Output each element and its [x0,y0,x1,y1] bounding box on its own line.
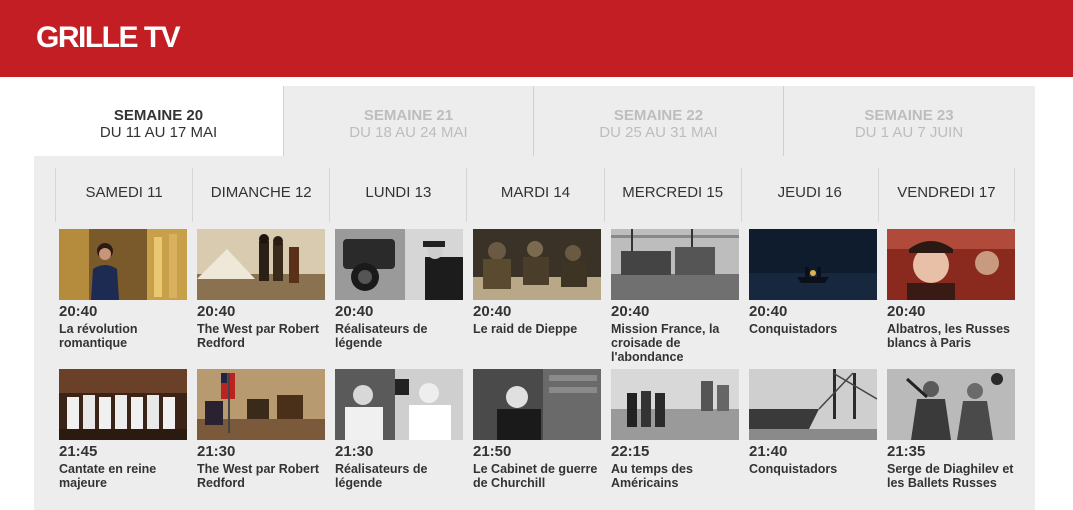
program-card[interactable]: 21:50 Le Cabinet de guerre de Churchill [473,369,601,490]
program-card[interactable]: 20:40 Réalisateurs de légende [335,229,463,350]
program-thumbnail[interactable] [335,369,463,440]
program-thumbnail[interactable] [59,369,187,440]
program-thumbnail[interactable] [887,229,1015,300]
program-title: Le raid de Dieppe [473,322,578,336]
week-range: DU 25 AU 31 MAI [599,124,718,141]
program-title: The West par Robert Redford [197,462,320,490]
week-title: SEMAINE 23 [864,107,954,124]
program-title: Albatros, les Russes blancs à Paris [887,322,1010,350]
program-card[interactable]: 21:40 Conquistadors [749,369,877,476]
program-time: 20:40 [197,303,236,320]
program-title: Cantate en reine majeure [59,462,157,490]
tab-week-22[interactable]: SEMAINE 22 DU 25 AU 31 MAI [534,86,784,156]
day-header-samedi[interactable]: SAMEDI 11 [55,168,192,222]
day-header-lundi[interactable]: LUNDI 13 [329,168,466,222]
program-card[interactable]: 20:40 Albatros, les Russes blancs à Pari… [887,229,1015,350]
program-card[interactable]: 20:40 Mission France, la croisade de l'a… [611,229,739,364]
program-card[interactable]: 21:30 The West par Robert Redford [197,369,325,490]
program-title: The West par Robert Redford [197,322,320,350]
tab-week-21[interactable]: SEMAINE 21 DU 18 AU 24 MAI [284,86,534,156]
day-header-mardi[interactable]: MARDI 14 [466,168,603,222]
program-thumbnail[interactable] [473,229,601,300]
program-card[interactable]: 20:40 Conquistadors [749,229,877,336]
program-thumbnail[interactable] [197,229,325,300]
program-thumbnail[interactable] [197,369,325,440]
program-time: 20:40 [749,303,788,320]
program-time: 20:40 [335,303,374,320]
week-range: DU 11 AU 17 MAI [99,124,218,141]
program-time: 21:30 [335,443,374,460]
program-title: Réalisateurs de légende [335,322,428,350]
week-title: SEMAINE 20 [113,107,204,124]
week-title: SEMAINE 22 [613,107,704,124]
program-title: Conquistadors [749,462,838,476]
program-time: 21:45 [59,443,98,460]
program-thumbnail[interactable] [611,229,739,300]
program-time: 20:40 [887,303,926,320]
program-card[interactable]: 21:35 Serge de Diaghilev et les Ballets … [887,369,1015,490]
week-tabs: SEMAINE 20 DU 11 AU 17 MAI SEMAINE 21 DU… [34,86,1035,156]
program-card[interactable]: 21:45 Cantate en reine majeure [59,369,187,490]
program-card[interactable]: 20:40 La révolution romantique [59,229,187,350]
program-thumbnail[interactable] [59,229,187,300]
program-row: 20:40 La révolution romantique 20:40 The… [59,229,1019,369]
program-thumbnail[interactable] [611,369,739,440]
program-thumbnail[interactable] [749,369,877,440]
program-time: 21:30 [197,443,236,460]
program-thumbnail[interactable] [887,369,1015,440]
program-title: Conquistadors [749,322,838,336]
program-time: 21:50 [473,443,512,460]
program-card[interactable]: 21:30 Réalisateurs de légende [335,369,463,490]
program-title: Mission France, la croisade de l'abondan… [611,322,720,364]
header-bar: GRILLE TV [0,0,1073,77]
day-headers: SAMEDI 11 DIMANCHE 12 LUNDI 13 MARDI 14 … [55,168,1015,222]
program-title: Au temps des Américains [611,462,693,490]
program-card[interactable]: 20:40 The West par Robert Redford [197,229,325,350]
week-range: DU 18 AU 24 MAI [349,124,468,141]
program-card[interactable]: 20:40 Le raid de Dieppe [473,229,601,336]
tab-week-23[interactable]: SEMAINE 23 DU 1 AU 7 JUIN [784,86,1034,156]
page-title: GRILLE TV [36,21,181,54]
program-thumbnail[interactable] [335,229,463,300]
program-time: 22:15 [611,443,650,460]
schedule-panel: SEMAINE 20 DU 11 AU 17 MAI SEMAINE 21 DU… [34,86,1035,510]
program-thumbnail[interactable] [473,369,601,440]
program-time: 20:40 [473,303,512,320]
day-header-dimanche[interactable]: DIMANCHE 12 [192,168,329,222]
program-card[interactable]: 22:15 Au temps des Américains [611,369,739,490]
program-title: Serge de Diaghilev et les Ballets Russes [887,462,1014,490]
day-header-mercredi[interactable]: MERCREDI 15 [603,168,741,222]
program-title: La révolution romantique [59,322,138,350]
program-row: 21:45 Cantate en reine majeure 21:30 The… [59,369,1019,509]
program-time: 20:40 [611,303,650,320]
program-time: 21:35 [887,443,926,460]
program-time: 20:40 [59,303,98,320]
day-header-vendredi[interactable]: VENDREDI 17 [877,168,1015,222]
week-title: SEMAINE 21 [363,107,454,124]
program-title: Réalisateurs de légende [335,462,428,490]
program-thumbnail[interactable] [749,229,877,300]
day-header-jeudi[interactable]: JEUDI 16 [740,168,878,222]
program-time: 21:40 [749,443,788,460]
program-title: Le Cabinet de guerre de Churchill [473,462,598,490]
tab-week-20[interactable]: SEMAINE 20 DU 11 AU 17 MAI [34,86,284,156]
week-range: DU 1 AU 7 JUIN [854,124,964,141]
